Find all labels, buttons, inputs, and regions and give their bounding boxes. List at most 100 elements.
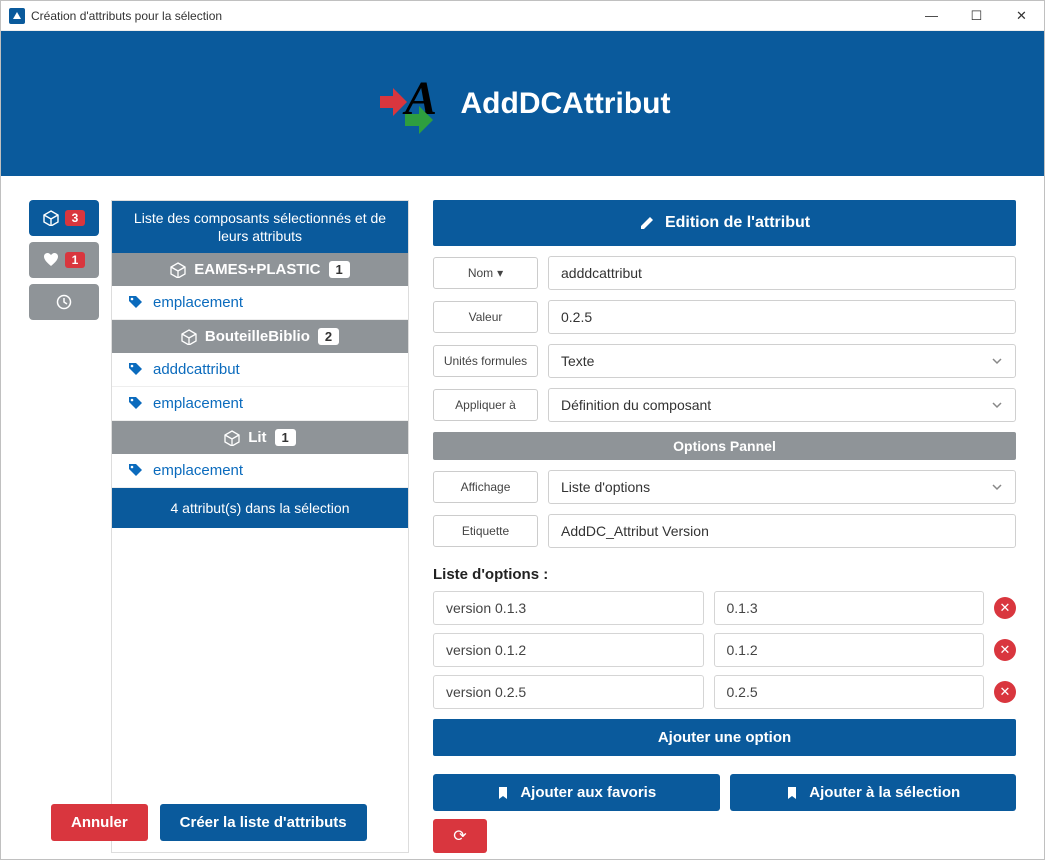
attribute-name: emplacement [153,462,243,479]
label-name-dropdown[interactable]: Nom ▾ [433,257,538,289]
cube-icon [224,430,240,446]
option-row: ✕ [433,591,1016,625]
delete-option-button[interactable]: ✕ [994,681,1016,703]
tag-icon [128,362,143,377]
x-icon: ✕ [1000,642,1011,658]
attribute-name: emplacement [153,294,243,311]
window-title: Création d'attributs pour la sélection [31,9,222,23]
components-panel: Liste des composants sélectionnés et de … [111,200,409,853]
left-column: 3 1 Liste des composan [29,200,409,853]
minimize-button[interactable]: ― [909,1,954,31]
add-selection-button[interactable]: Ajouter à la sélection [730,774,1017,811]
chevron-down-icon [991,399,1003,411]
tag-icon [128,295,143,310]
label-value: Valeur [433,301,538,333]
heart-icon [43,252,59,268]
action-row: Ajouter aux favoris Ajouter à la sélecti… [433,774,1016,811]
maximize-button[interactable]: ☐ [954,1,999,31]
options-list: ✕ ✕ ✕ [433,591,1016,709]
refresh-button[interactable]: ⟳ [433,819,487,853]
attribute-row[interactable]: emplacement [112,286,408,320]
row-value: Valeur [433,300,1016,334]
body: A AddDCAttribut 3 [1,31,1044,859]
side-buttons: 3 1 [29,200,99,853]
row-name: Nom ▾ [433,256,1016,290]
apply-select[interactable]: Définition du composant [548,388,1016,422]
component-header[interactable]: BouteilleBiblio 2 [112,320,408,353]
components-panel-footer: 4 attribut(s) dans la sélection [112,488,408,528]
units-select[interactable]: Texte [548,344,1016,378]
name-input[interactable] [548,256,1016,290]
right-column: Edition de l'attribut Nom ▾ Valeur Unité… [433,200,1016,853]
attribute-name: emplacement [153,395,243,412]
content: 3 1 Liste des composan [1,176,1044,859]
favorites-count-button[interactable]: 1 [29,242,99,278]
history-button[interactable] [29,284,99,320]
component-name: EAMES+PLASTIC [194,261,320,278]
attribute-row[interactable]: emplacement [112,454,408,488]
option-value-input[interactable] [714,591,985,625]
option-label-input[interactable] [433,675,704,709]
cube-icon [43,210,59,226]
header: A AddDCAttribut [1,31,1044,176]
close-button[interactable]: ✕ [999,1,1044,31]
delete-option-button[interactable]: ✕ [994,597,1016,619]
option-row: ✕ [433,633,1016,667]
component-count: 2 [318,328,339,345]
dialog-footer: Annuler Créer la liste d'attributs [51,804,367,841]
x-icon: ✕ [1000,684,1011,700]
attribute-row[interactable]: emplacement [112,387,408,421]
option-value-input[interactable] [714,675,985,709]
tag-icon [128,396,143,411]
value-input[interactable] [548,300,1016,334]
display-select[interactable]: Liste d'options [548,470,1016,504]
options-panel-header: Options Pannel [433,432,1016,460]
etiquette-input[interactable] [548,514,1016,548]
label-units: Unités formules [433,345,538,377]
option-value-input[interactable] [714,633,985,667]
app-icon [9,8,25,24]
label-etiquette: Etiquette [433,515,538,547]
cube-icon [181,329,197,345]
label-apply: Appliquer à [433,389,538,421]
edit-title: Edition de l'attribut [665,214,810,232]
row-display: Affichage Liste d'options [433,470,1016,504]
delete-option-button[interactable]: ✕ [994,639,1016,661]
label-display: Affichage [433,471,538,503]
option-label-input[interactable] [433,591,704,625]
component-name: BouteilleBiblio [205,328,310,345]
component-header[interactable]: EAMES+PLASTIC 1 [112,253,408,286]
components-list: EAMES+PLASTIC 1 emplacement BouteilleBiblio… [112,253,408,488]
cube-count-badge: 3 [65,210,86,226]
row-label: Etiquette [433,514,1016,548]
add-favorites-button[interactable]: Ajouter aux favoris [433,774,720,811]
cancel-button[interactable]: Annuler [51,804,148,841]
favorites-count-badge: 1 [65,252,86,268]
row-units: Unités formules Texte [433,344,1016,378]
tag-icon [128,463,143,478]
titlebar: Création d'attributs pour la sélection ―… [1,1,1044,31]
edit-header: Edition de l'attribut [433,200,1016,246]
x-icon: ✕ [1000,600,1011,616]
component-count: 1 [275,429,296,446]
options-list-title: Liste d'options : [433,566,1016,583]
component-name: Lit [248,429,266,446]
component-header[interactable]: Lit 1 [112,421,408,454]
refresh-icon: ⟳ [453,826,466,846]
bookmark-icon [785,786,799,800]
app-logo-icon: A [375,68,443,140]
component-count: 1 [329,261,350,278]
pencil-icon [639,215,655,231]
add-option-button[interactable]: Ajouter une option [433,719,1016,756]
app-window: Création d'attributs pour la sélection ―… [0,0,1045,860]
chevron-down-icon [991,355,1003,367]
option-label-input[interactable] [433,633,704,667]
chevron-down-icon [991,481,1003,493]
bookmark-icon [496,786,510,800]
create-list-button[interactable]: Créer la liste d'attributs [160,804,367,841]
cube-count-button[interactable]: 3 [29,200,99,236]
app-name: AddDCAttribut [461,87,671,121]
option-row: ✕ [433,675,1016,709]
row-apply: Appliquer à Définition du composant [433,388,1016,422]
attribute-row[interactable]: adddcattribut [112,353,408,387]
